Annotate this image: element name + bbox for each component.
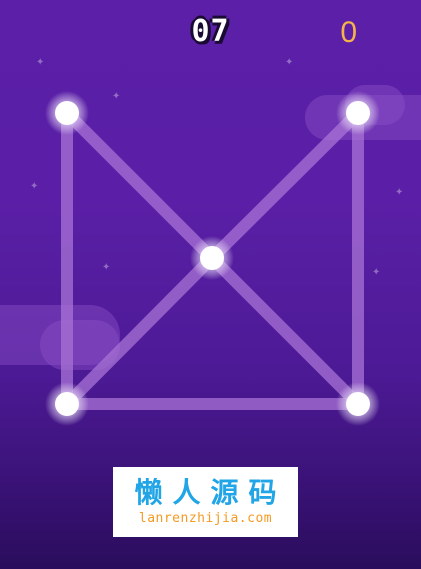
puzzle-node-bottom-left[interactable] (45, 382, 89, 426)
watermark-title: 懒人源码 (134, 476, 287, 509)
puzzle-edge-center-bottom-right[interactable] (206, 252, 364, 410)
puzzle-edge-center-bottom-left[interactable] (61, 252, 218, 410)
puzzle-node-top-left[interactable] (45, 91, 89, 135)
puzzle-node-center[interactable] (190, 236, 234, 280)
game-screen: ✦ ✦ ✦ ✦ ✦ ✦ ✦ 07 0 懒人源码 lanrenzhijia.com (0, 0, 421, 569)
puzzle-node-top-right[interactable] (336, 91, 380, 135)
watermark-badge: 懒人源码 lanrenzhijia.com (113, 467, 298, 537)
puzzle-node-bottom-right[interactable] (336, 382, 380, 426)
puzzle-edge-top-left-center[interactable] (61, 107, 218, 264)
watermark-url: lanrenzhijia.com (138, 511, 273, 526)
puzzle-edge-top-right-center[interactable] (206, 107, 364, 264)
